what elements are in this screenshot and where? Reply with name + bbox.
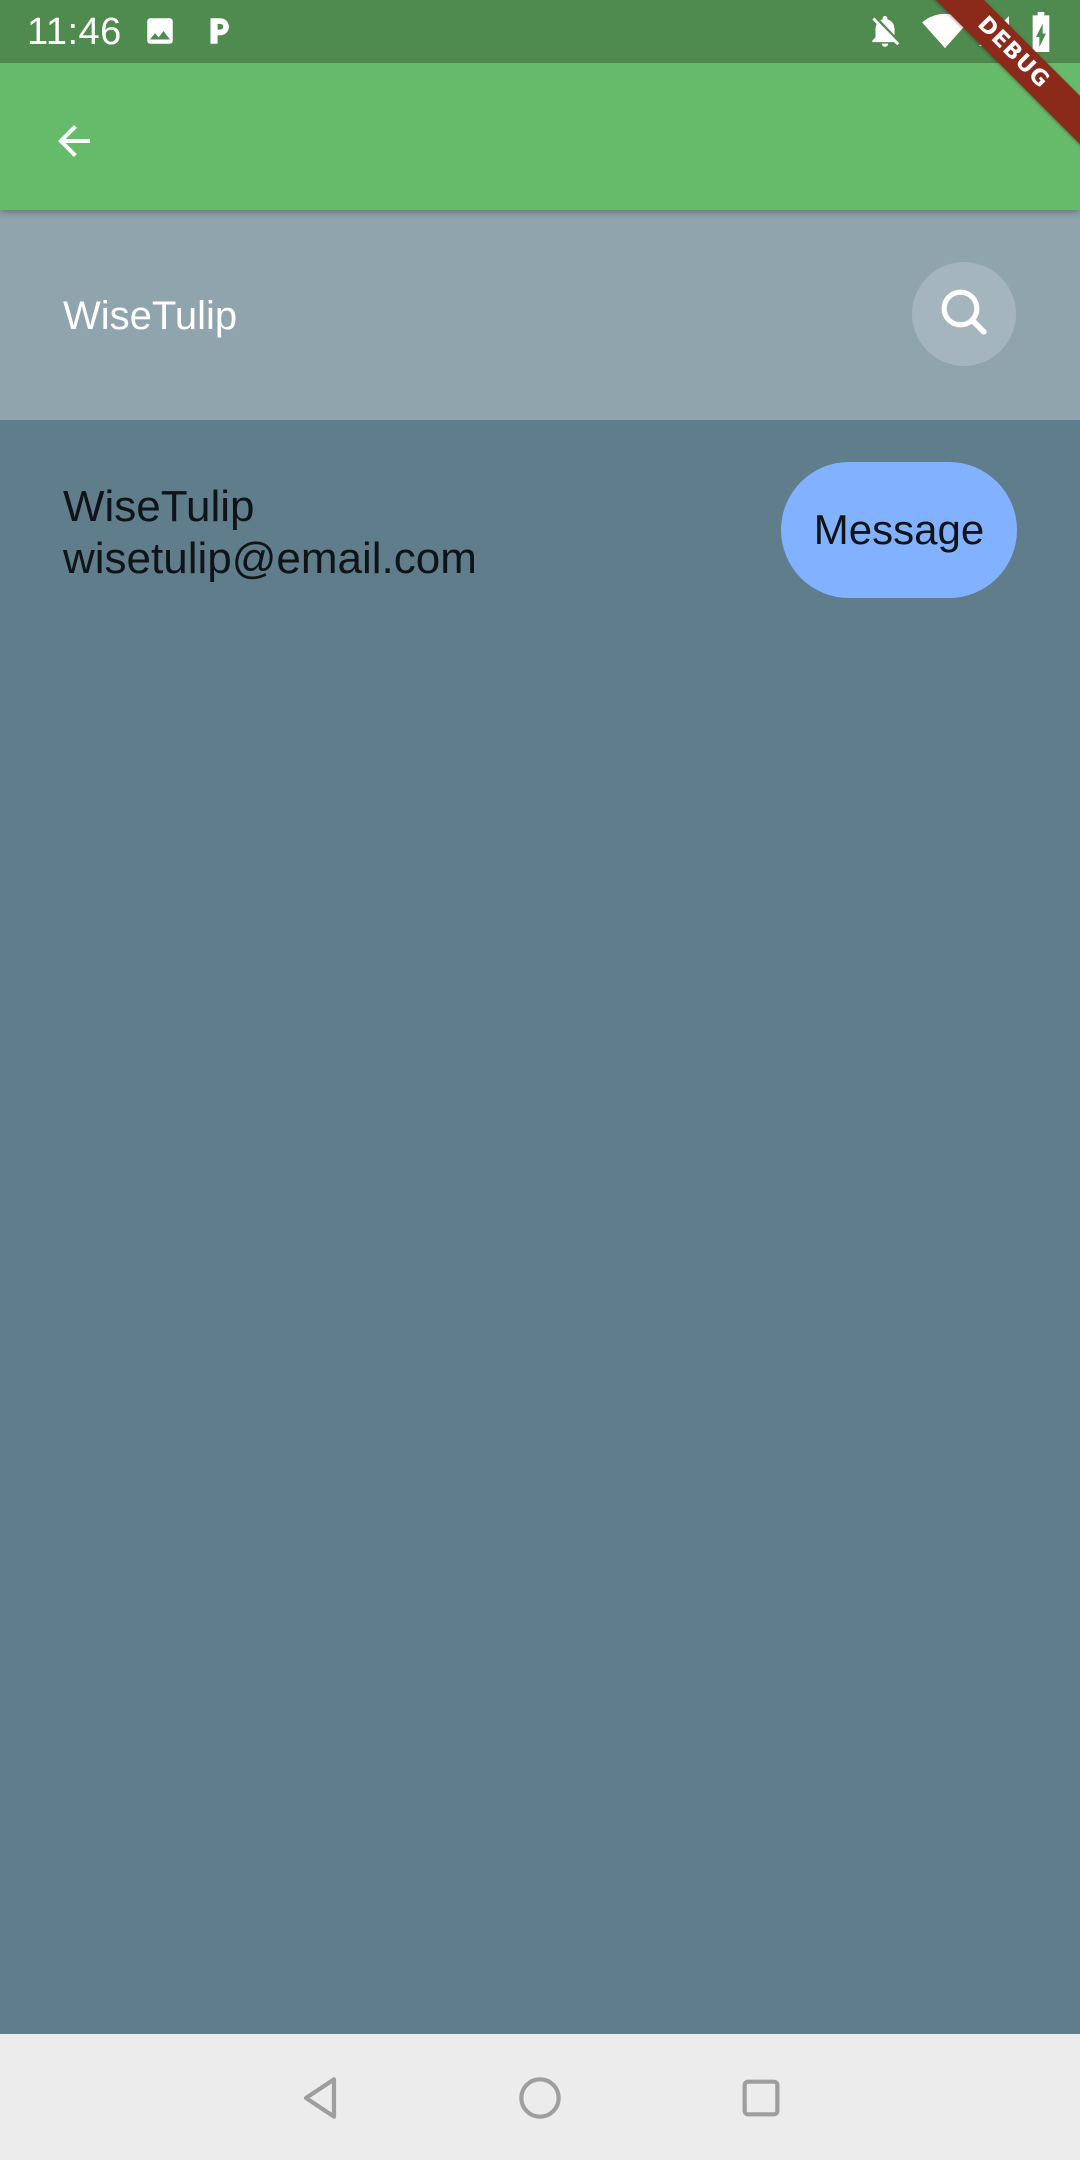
nav-home-button[interactable] xyxy=(512,2070,568,2126)
search-button[interactable] xyxy=(912,262,1016,366)
image-icon xyxy=(143,14,177,53)
recents-square-icon xyxy=(733,2079,789,2130)
status-time: 11:46 xyxy=(27,11,122,53)
nav-recents-button[interactable] xyxy=(733,2070,789,2126)
search-icon xyxy=(936,284,992,345)
home-circle-icon xyxy=(512,2077,568,2130)
notifications-off-icon xyxy=(866,12,904,55)
user-name: WiseTulip xyxy=(63,482,255,531)
arrow-back-icon xyxy=(50,117,98,170)
parking-icon xyxy=(202,14,236,53)
message-button[interactable]: Message xyxy=(781,462,1017,598)
back-triangle-icon xyxy=(292,2077,348,2130)
app-bar xyxy=(0,63,1080,210)
search-header: WiseTulip xyxy=(0,210,1080,420)
status-bar: 11:46 xyxy=(0,0,1080,63)
user-list-item: WiseTulip wisetulip@email.com Message xyxy=(0,420,1080,640)
user-email: wisetulip@email.com xyxy=(63,534,477,583)
search-query-text[interactable]: WiseTulip xyxy=(63,292,237,340)
navigation-bar xyxy=(0,2034,1080,2160)
back-button[interactable] xyxy=(34,103,114,183)
nav-back-button[interactable] xyxy=(292,2070,348,2126)
